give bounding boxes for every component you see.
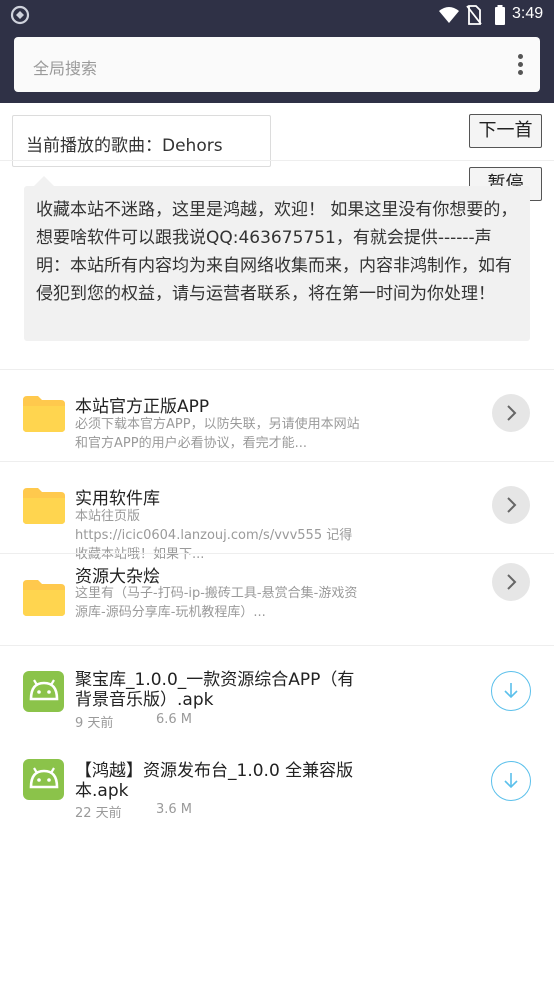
file-size: 3.6 M: [156, 802, 193, 817]
folder-desc: 这里有（马子-打码-ip-搬砖工具-悬赏合集-游戏资源库-源码分享库-玩机教程库…: [75, 586, 358, 620]
file-time: 22 天前: [75, 806, 122, 821]
bubble-tail: [34, 176, 54, 186]
file-item[interactable]: 聚宝库_1.0.0_一款资源综合APP（有背景音乐版）.apk 9 天前 6.6…: [0, 645, 554, 737]
global-search-bar[interactable]: 全局搜索: [14, 37, 540, 92]
no-sim-icon: [466, 5, 482, 25]
file-meta: 22 天前 3.6 M: [75, 802, 192, 821]
download-button[interactable]: [491, 761, 531, 801]
download-arrow-icon: [504, 773, 518, 789]
search-input[interactable]: 全局搜索: [33, 55, 97, 79]
folder-icon: [23, 488, 65, 524]
next-song-button[interactable]: 下一首: [469, 114, 542, 148]
open-folder-button[interactable]: [492, 394, 530, 432]
file-item[interactable]: 【鸿越】资源发布台_1.0.0 全兼容版本.apk 22 天前 3.6 M: [0, 737, 554, 829]
android-apk-icon: [23, 759, 64, 800]
status-bar: 3:49: [0, 0, 554, 30]
app-header: 3:49 全局搜索: [0, 0, 554, 103]
notice-text: 收藏本站不迷路，这里是鸿越，欢迎！ 如果这里没有你想要的，想要啥软件可以跟我说Q…: [36, 200, 518, 304]
folder-title: 实用软件库: [75, 489, 160, 509]
folder-icon: [23, 580, 65, 616]
open-folder-button[interactable]: [492, 563, 530, 601]
chevron-right-icon: [507, 405, 517, 421]
more-vert-icon[interactable]: [518, 54, 524, 76]
file-meta: 9 天前 6.6 M: [75, 712, 192, 731]
notice-bubble: 收藏本站不迷路，这里是鸿越，欢迎！ 如果这里没有你想要的，想要啥软件可以跟我说Q…: [24, 176, 530, 341]
file-title: 【鸿越】资源发布台_1.0.0 全兼容版本.apk: [75, 761, 354, 801]
divider: [0, 160, 554, 161]
download-button[interactable]: [491, 671, 531, 711]
wifi-icon: [439, 7, 459, 23]
app-notification-icon: [10, 5, 30, 25]
android-apk-icon: [23, 671, 64, 712]
battery-icon: [495, 5, 505, 25]
open-folder-button[interactable]: [492, 486, 530, 524]
folder-desc: 必须下载本官方APP，以防失联，另请使用本网站和官方APP的用户必看协议，看完才…: [75, 417, 360, 451]
file-title: 聚宝库_1.0.0_一款资源综合APP（有背景音乐版）.apk: [75, 670, 355, 710]
chevron-right-icon: [507, 497, 517, 513]
download-arrow-icon: [504, 683, 518, 699]
folder-item[interactable]: 资源大杂烩 这里有（马子-打码-ip-搬砖工具-悬赏合集-游戏资源库-源码分享库…: [0, 553, 554, 645]
folder-item[interactable]: 实用软件库 本站往页版 https://icic0604.lanzouj.com…: [0, 461, 554, 562]
status-clock: 3:49: [512, 5, 544, 22]
file-time: 9 天前: [75, 716, 114, 731]
folder-icon: [23, 396, 65, 432]
folder-title: 本站官方正版APP: [75, 397, 210, 417]
file-size: 6.6 M: [156, 712, 193, 727]
now-playing-label: 当前播放的歌曲：Dehors: [26, 136, 223, 156]
folder-item[interactable]: 本站官方正版APP 必须下载本官方APP，以防失联，另请使用本网站和官方APP的…: [0, 369, 554, 461]
chevron-right-icon: [507, 574, 517, 590]
